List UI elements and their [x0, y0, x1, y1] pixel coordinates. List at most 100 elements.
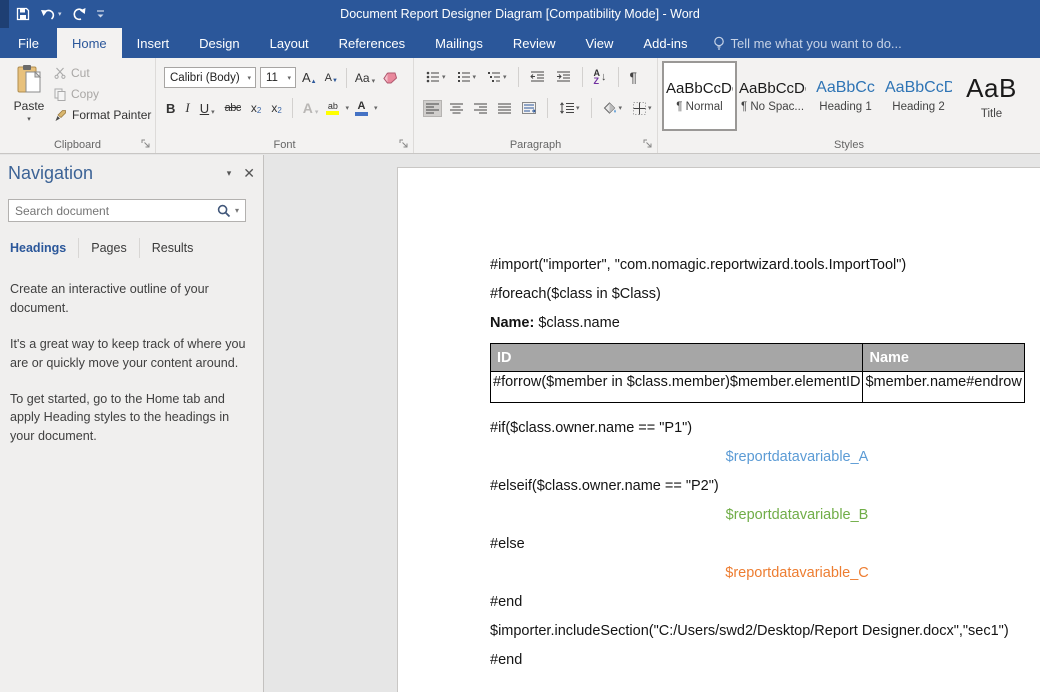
align-left-icon	[426, 103, 439, 114]
report-variable-c: $reportdatavariable_C	[490, 564, 1040, 583]
borders-button[interactable]: ▾	[631, 100, 654, 117]
style-normal[interactable]: AaBbCcDc ¶ Normal	[664, 63, 735, 129]
tab-mailings[interactable]: Mailings	[420, 28, 498, 58]
report-table[interactable]: ID Name #forrow($member in $class.member…	[490, 343, 1025, 403]
search-button[interactable]: ▾	[211, 204, 245, 218]
style-preview: AaBbCcD	[885, 79, 952, 97]
search-box[interactable]: ▾	[8, 199, 246, 222]
align-right-button[interactable]	[472, 101, 489, 116]
style-no-spacing[interactable]: AaBbCcDc ¶ No Spac...	[737, 63, 808, 129]
show-hide-marks-button[interactable]: ¶	[628, 67, 640, 87]
distributed-button[interactable]	[520, 100, 538, 116]
divider	[618, 67, 619, 87]
tab-view[interactable]: View	[570, 28, 628, 58]
sort-button[interactable]: AZ↓	[592, 67, 609, 87]
code-line-end-2: #end	[490, 651, 1040, 670]
tab-home[interactable]: Home	[57, 28, 122, 58]
undo-button[interactable]: ▾	[40, 8, 62, 21]
clear-formatting-button[interactable]	[381, 71, 399, 85]
table-header-name: Name	[863, 344, 1024, 372]
tab-review[interactable]: Review	[498, 28, 571, 58]
bullets-icon	[426, 71, 440, 83]
change-case-button[interactable]: Aa▾	[353, 70, 377, 86]
text-highlight-button[interactable]: ab	[326, 102, 339, 115]
highlight-dropdown-arrow[interactable]: ▾	[345, 104, 349, 112]
tab-design[interactable]: Design	[184, 28, 254, 58]
tab-file[interactable]: File	[0, 28, 57, 58]
search-dropdown-arrow[interactable]: ▾	[235, 206, 239, 215]
cut-button[interactable]: Cut	[54, 66, 151, 80]
superscript-button[interactable]: x2	[269, 100, 283, 116]
document-content[interactable]: #import("importer", "com.nomagic.reportw…	[490, 256, 1040, 680]
save-icon	[16, 7, 30, 21]
lightbulb-icon	[713, 36, 725, 51]
nav-tab-headings[interactable]: Headings	[10, 238, 79, 258]
font-dialog-launcher[interactable]	[399, 139, 409, 149]
format-painter-button[interactable]: Format Painter	[54, 108, 151, 122]
increase-indent-button[interactable]	[554, 69, 573, 85]
clipboard-group-label: Clipboard	[0, 139, 155, 151]
clipboard-commands: Cut Copy Format Painter	[54, 66, 151, 122]
style-heading1[interactable]: AaBbCc Heading 1	[810, 63, 881, 129]
font-size-combo[interactable]: 11 ▾	[260, 67, 296, 88]
tab-addins[interactable]: Add-ins	[628, 28, 702, 58]
quick-access-toolbar: ▾	[16, 0, 105, 28]
bullets-button[interactable]: ▾	[424, 69, 448, 85]
font-size-value: 11	[266, 72, 278, 84]
font-color-dropdown-arrow[interactable]: ▾	[374, 104, 378, 112]
name-label: Name:	[490, 315, 534, 331]
clipboard-dialog-launcher[interactable]	[141, 139, 151, 149]
search-input[interactable]	[9, 204, 211, 218]
paragraph-dialog-launcher[interactable]	[643, 139, 653, 149]
font-size-arrow[interactable]: ▾	[283, 74, 295, 82]
paragraph-group-label: Paragraph	[414, 139, 657, 151]
redo-icon	[72, 7, 86, 21]
tab-layout[interactable]: Layout	[255, 28, 324, 58]
paste-label: Paste	[14, 99, 45, 113]
navigation-help-text: Create an interactive outline of your do…	[10, 280, 252, 463]
clear-formatting-icon	[383, 72, 397, 84]
style-title[interactable]: AaB Title	[956, 63, 1027, 129]
dialog-launcher-icon	[643, 139, 653, 149]
nav-tab-pages[interactable]: Pages	[79, 238, 139, 258]
bold-button[interactable]: B	[164, 100, 177, 117]
tab-references[interactable]: References	[324, 28, 420, 58]
shading-button[interactable]: ▾	[601, 100, 625, 116]
group-clipboard: Paste ▾ Cut Copy Format Painter Clipboar…	[0, 58, 156, 153]
underline-button[interactable]: U▾	[198, 100, 217, 117]
text-effects-button[interactable]: A▾	[301, 99, 321, 117]
align-left-button[interactable]	[424, 101, 441, 116]
paste-button[interactable]: Paste ▾	[8, 64, 50, 134]
strikethrough-button[interactable]: abc	[223, 101, 243, 115]
save-button[interactable]	[16, 7, 30, 21]
subscript-button[interactable]: x2	[249, 100, 263, 116]
tell-me-box[interactable]: Tell me what you want to do...	[703, 28, 912, 58]
style-heading2[interactable]: AaBbCcD Heading 2	[883, 63, 954, 129]
grow-font-button[interactable]: A▲	[300, 69, 319, 86]
align-right-icon	[474, 103, 487, 114]
decrease-indent-button[interactable]	[528, 69, 547, 85]
align-center-button[interactable]	[448, 101, 465, 116]
navigation-header: Navigation ▾ ✕	[8, 163, 255, 184]
customize-qat-button[interactable]	[96, 9, 105, 19]
shrink-font-button[interactable]: A▼	[323, 71, 340, 85]
justify-button[interactable]	[496, 101, 513, 116]
multilevel-list-button[interactable]: ▾	[485, 69, 509, 85]
nav-help-paragraph: To get started, go to the Home tab and a…	[10, 390, 252, 447]
font-family-combo[interactable]: Calibri (Body) ▾	[164, 67, 256, 88]
style-subtitle[interactable]: Aa Subtitle	[1029, 63, 1040, 129]
paste-dropdown-arrow[interactable]: ▾	[27, 115, 31, 123]
font-family-arrow[interactable]: ▾	[243, 74, 255, 82]
redo-button[interactable]	[72, 7, 86, 21]
line-spacing-button[interactable]: ▾	[557, 100, 582, 116]
tab-insert[interactable]: Insert	[122, 28, 185, 58]
nav-tab-results[interactable]: Results	[140, 238, 206, 258]
italic-button[interactable]: I	[183, 99, 191, 117]
numbering-button[interactable]: ▾	[455, 69, 479, 85]
undo-dropdown-arrow[interactable]: ▾	[58, 10, 62, 18]
navigation-options-arrow[interactable]: ▾	[227, 168, 232, 179]
navigation-close-icon[interactable]: ✕	[243, 165, 255, 182]
document-page[interactable]: #import("importer", "com.nomagic.reportw…	[397, 167, 1040, 692]
font-color-button[interactable]: A	[355, 101, 368, 116]
copy-button[interactable]: Copy	[54, 87, 151, 101]
